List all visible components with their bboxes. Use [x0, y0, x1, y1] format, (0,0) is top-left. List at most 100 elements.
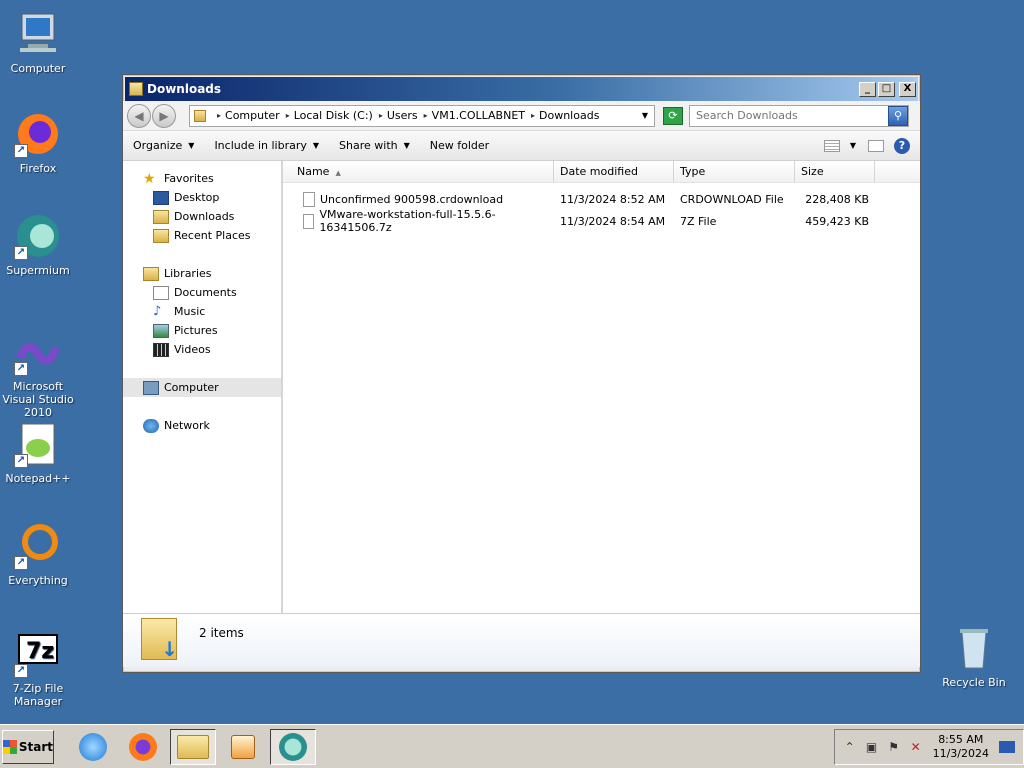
breadcrumb-separator-icon[interactable]: ▸ — [379, 111, 383, 120]
desktop-icon-supermium[interactable]: ↗ Supermium — [0, 212, 76, 277]
chevron-down-icon: ▼ — [312, 141, 320, 150]
nav-network[interactable]: Network — [123, 416, 281, 435]
breadcrumb-user[interactable]: VM1.COLLABNET — [432, 109, 525, 122]
taskbar-explorer[interactable] — [170, 728, 216, 765]
taskbar-media-player[interactable] — [220, 729, 266, 765]
file-type: CRDOWNLOAD File — [680, 192, 784, 206]
share-with-button[interactable]: Share with ▼ — [339, 139, 410, 152]
help-icon[interactable]: ? — [894, 137, 910, 154]
file-size: 228,408 KB — [805, 192, 869, 206]
desktop-icon-label: Supermium — [6, 264, 70, 277]
search-box[interactable]: ⚲ — [689, 104, 909, 127]
notepadpp-icon: ↗ — [14, 420, 62, 468]
chevron-down-icon: ▼ — [403, 141, 410, 150]
nav-recent-places[interactable]: Recent Places — [123, 226, 281, 245]
taskbar-supermium[interactable] — [270, 728, 316, 765]
back-button[interactable]: ◀ — [127, 103, 151, 128]
window-title: Downloads — [147, 82, 222, 96]
file-icon — [303, 213, 315, 229]
column-header-name[interactable]: Name ▲ — [283, 161, 554, 182]
minimize-button[interactable]: _ — [859, 81, 876, 97]
chevron-down-icon[interactable]: ▼ — [850, 141, 856, 150]
visual-studio-icon: ↗ — [14, 328, 62, 376]
clock[interactable]: 8:55 AM 11/3/2024 — [933, 733, 989, 761]
shortcut-arrow-icon: ↗ — [14, 246, 28, 260]
search-input[interactable] — [690, 105, 888, 126]
shortcut-arrow-icon: ↗ — [14, 144, 28, 158]
breadcrumb-users[interactable]: Users — [387, 109, 418, 122]
nav-desktop[interactable]: Desktop — [123, 188, 281, 207]
close-button[interactable]: X — [899, 81, 916, 97]
address-bar[interactable]: ▸ Computer ▸ Local Disk (C:) ▸ Users ▸ V… — [189, 104, 655, 127]
breadcrumb-downloads[interactable]: Downloads — [539, 109, 599, 122]
desktop-icon — [153, 190, 169, 205]
preview-pane-icon[interactable] — [868, 139, 884, 152]
nav-downloads[interactable]: Downloads — [123, 207, 281, 226]
nav-label: Documents — [174, 286, 237, 299]
shortcut-arrow-icon: ↗ — [14, 454, 28, 468]
show-desktop-icon[interactable] — [999, 740, 1015, 753]
nav-label: Videos — [174, 343, 211, 356]
nav-computer[interactable]: Computer — [123, 378, 281, 397]
include-in-library-button[interactable]: Include in library ▼ — [214, 139, 319, 152]
windows-logo-icon — [3, 739, 17, 754]
desktop-icon-recycle-bin[interactable]: Recycle Bin — [936, 624, 1012, 689]
nav-label: Music — [174, 305, 206, 318]
desktop-icon-label: Notepad++ — [5, 472, 71, 485]
new-folder-button[interactable]: New folder — [430, 139, 489, 152]
taskbar-internet-explorer[interactable] — [70, 729, 116, 765]
nav-documents[interactable]: Documents — [123, 283, 281, 302]
supermium-icon — [279, 732, 307, 761]
folder-icon — [129, 82, 143, 96]
desktop-icon-everything[interactable]: ↗ Everything — [0, 522, 76, 587]
nav-music[interactable]: ♪ Music — [123, 302, 281, 321]
column-header-date[interactable]: Date modified — [554, 161, 674, 182]
column-header-type[interactable]: Type — [674, 161, 795, 182]
breadcrumb-local-disk[interactable]: Local Disk (C:) — [294, 109, 373, 122]
refresh-button[interactable]: ⟳ — [663, 106, 683, 125]
nav-pictures[interactable]: Pictures — [123, 321, 281, 340]
nav-label: Recent Places — [174, 229, 251, 242]
desktop-icon-firefox[interactable]: ↗ Firefox — [0, 110, 76, 175]
column-header-size[interactable]: Size — [795, 161, 875, 182]
downloads-folder-icon — [141, 618, 178, 661]
start-button[interactable]: Start — [2, 729, 54, 764]
action-center-flag-icon[interactable]: ⚑ — [887, 740, 901, 754]
folder-icon — [177, 734, 209, 759]
svg-text:7z: 7z — [26, 639, 54, 664]
system-tray: ⌃ ▣ ⚑ ✕ 8:55 AM 11/3/2024 — [833, 728, 1024, 765]
file-row[interactable]: Unconfirmed 900598.crdownload 11/3/2024 … — [283, 188, 920, 210]
chevron-down-icon[interactable]: ▼ — [642, 111, 648, 120]
desktop-icon-notepadpp[interactable]: ↗ Notepad++ — [0, 420, 76, 485]
file-type: 7Z File — [680, 214, 717, 228]
forward-button[interactable]: ▶ — [152, 103, 176, 128]
maximize-button[interactable]: □ — [878, 81, 895, 97]
nav-favorites[interactable]: ★ Favorites — [123, 169, 281, 188]
breadcrumb-separator-icon[interactable]: ▸ — [217, 111, 221, 120]
desktop-icon-7zip[interactable]: 7z ↗ 7-Zip File Manager — [0, 630, 76, 708]
breadcrumb-separator-icon[interactable]: ▸ — [424, 111, 428, 120]
firefox-icon: ↗ — [14, 110, 62, 158]
pictures-icon — [153, 323, 169, 338]
desktop-icon-visual-studio[interactable]: ↗ Microsoft Visual Studio 2010 — [0, 328, 76, 419]
nav-videos[interactable]: Videos — [123, 340, 281, 359]
title-bar[interactable]: Downloads _ □ X — [125, 77, 918, 101]
show-hidden-icons-icon[interactable]: ⌃ — [843, 740, 857, 754]
breadcrumb-separator-icon[interactable]: ▸ — [286, 111, 290, 120]
recent-places-icon — [153, 228, 169, 243]
network-icon[interactable]: ▣ — [865, 740, 879, 754]
desktop-icon-label: 7-Zip File Manager — [12, 682, 64, 708]
nav-libraries[interactable]: Libraries — [123, 264, 281, 283]
taskbar-firefox[interactable] — [120, 729, 166, 765]
breadcrumb-computer[interactable]: Computer — [225, 109, 280, 122]
organize-button[interactable]: Organize ▼ — [133, 139, 194, 152]
volume-muted-icon[interactable]: ✕ — [909, 740, 923, 754]
breadcrumb-separator-icon[interactable]: ▸ — [531, 111, 535, 120]
file-name: VMware-workstation-full-15.5.6-16341506.… — [319, 208, 496, 234]
search-icon[interactable]: ⚲ — [888, 105, 908, 126]
chevron-down-icon: ▼ — [188, 141, 195, 150]
change-view-icon[interactable] — [823, 139, 840, 152]
file-icon — [303, 191, 315, 207]
file-row[interactable]: VMware-workstation-full-15.5.6-16341506.… — [283, 208, 920, 234]
desktop-icon-computer[interactable]: Computer — [0, 10, 76, 75]
